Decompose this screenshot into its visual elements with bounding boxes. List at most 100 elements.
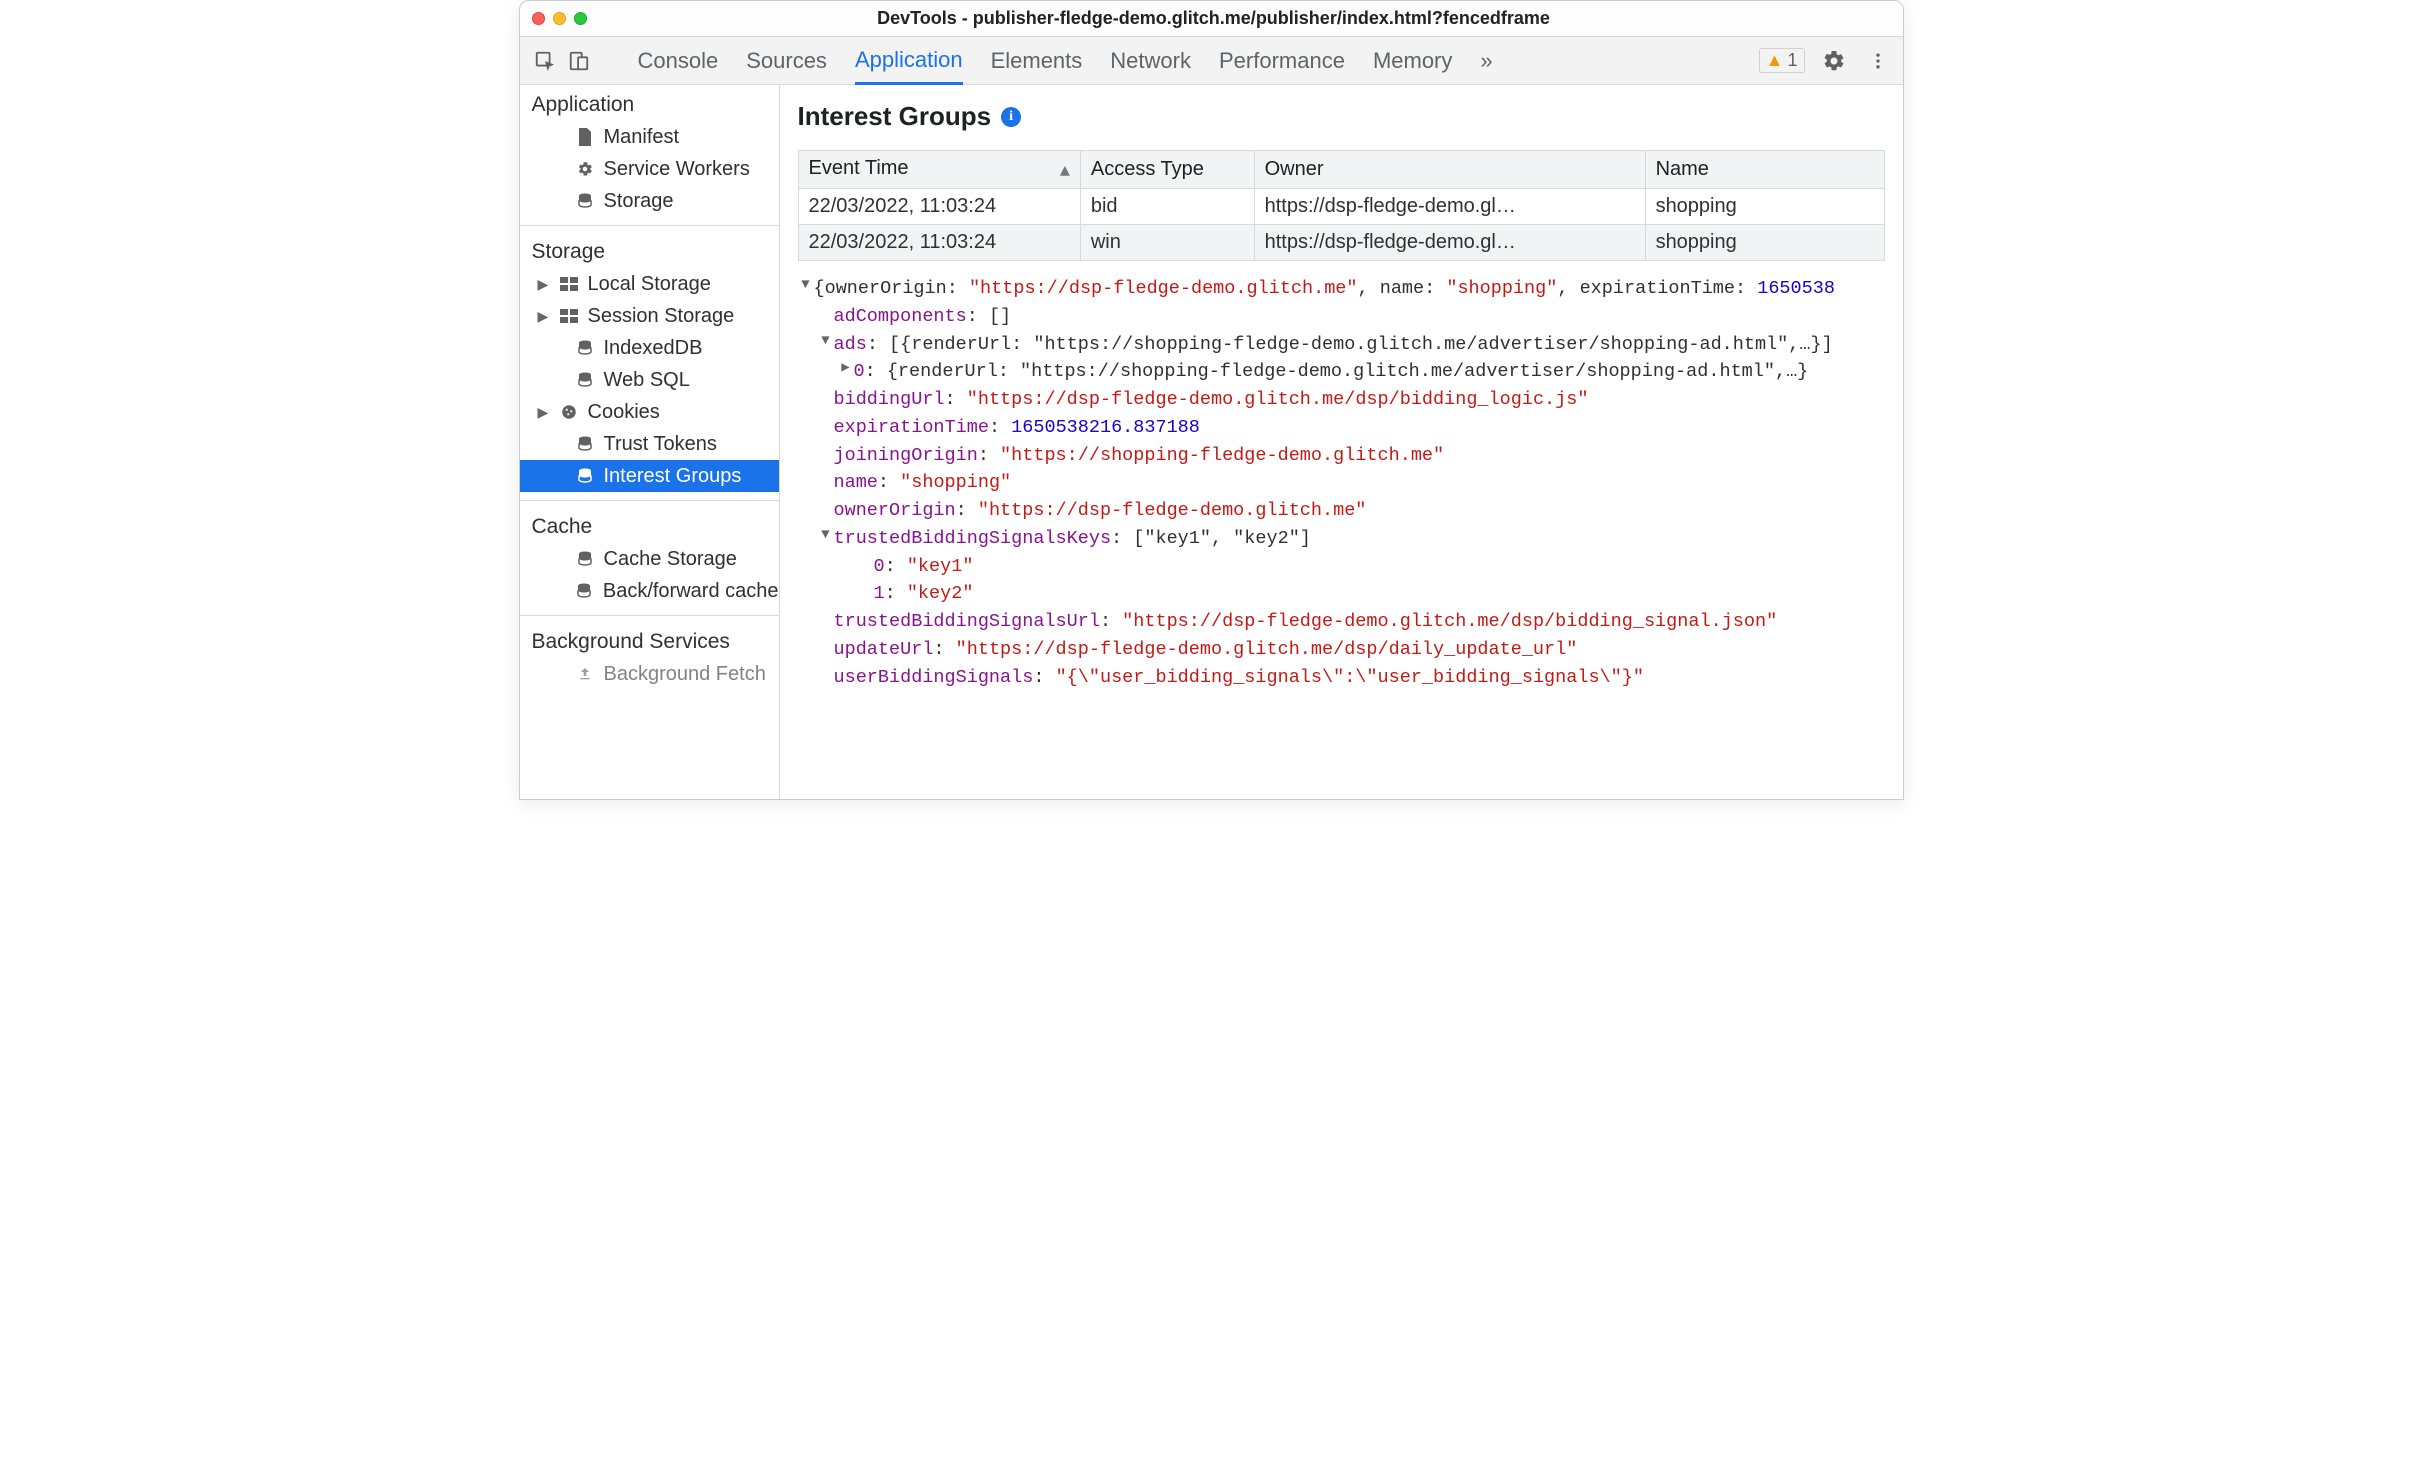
sidebar-item-manifest[interactable]: Manifest bbox=[520, 121, 779, 153]
sidebar-item-label: Cache Storage bbox=[604, 548, 737, 571]
json-index: 1 bbox=[874, 583, 885, 604]
col-access-type[interactable]: Access Type bbox=[1080, 151, 1254, 189]
json-value: "https://dsp-fledge-demo.glitch.me/dsp/b… bbox=[967, 389, 1589, 410]
table-icon bbox=[558, 309, 580, 323]
sidebar-item-label: Cookies bbox=[588, 401, 660, 424]
sidebar-item-label: Back/forward cache bbox=[603, 580, 779, 603]
section-cache: Cache bbox=[520, 507, 779, 543]
database-icon bbox=[574, 371, 596, 389]
json-value: "key2" bbox=[907, 583, 974, 604]
more-icon[interactable] bbox=[1863, 46, 1893, 76]
sidebar-item-label: Web SQL bbox=[604, 369, 690, 392]
sidebar-item-session-storage[interactable]: ▶ Session Storage bbox=[520, 300, 779, 332]
tab-performance[interactable]: Performance bbox=[1219, 37, 1345, 84]
sidebar-item-cookies[interactable]: ▶ Cookies bbox=[520, 396, 779, 428]
table-row[interactable]: 22/03/2022, 11:03:24 win https://dsp-fle… bbox=[798, 225, 1884, 261]
interest-group-detail: ▼ {ownerOrigin: "https://dsp-fledge-demo… bbox=[780, 261, 1903, 799]
sidebar-item-label: Storage bbox=[604, 190, 674, 213]
table-icon bbox=[558, 277, 580, 291]
info-icon[interactable]: i bbox=[1001, 107, 1021, 127]
sidebar-item-local-storage[interactable]: ▶ Local Storage bbox=[520, 268, 779, 300]
inspect-element-icon[interactable] bbox=[530, 46, 560, 76]
warning-icon: ▲ bbox=[1766, 50, 1784, 71]
sidebar-item-label: Session Storage bbox=[588, 305, 735, 328]
sidebar-item-label: Interest Groups bbox=[604, 465, 742, 488]
json-value: "shopping" bbox=[900, 472, 1011, 493]
disclose-toggle[interactable]: ▼ bbox=[798, 275, 814, 296]
json-key: ownerOrigin bbox=[834, 500, 956, 521]
close-window-button[interactable] bbox=[532, 12, 545, 25]
sort-asc-icon: ▴ bbox=[1060, 157, 1070, 182]
json-value: "key1" bbox=[907, 556, 974, 577]
json-index: 0 bbox=[874, 556, 885, 577]
sidebar-item-service-workers[interactable]: Service Workers bbox=[520, 153, 779, 185]
tab-network[interactable]: Network bbox=[1110, 37, 1191, 84]
tab-elements[interactable]: Elements bbox=[991, 37, 1083, 84]
sidebar-item-label: Trust Tokens bbox=[604, 433, 717, 456]
warning-count: 1 bbox=[1787, 50, 1797, 71]
file-icon bbox=[574, 128, 596, 146]
disclose-toggle[interactable]: ▼ bbox=[818, 525, 834, 546]
col-owner[interactable]: Owner bbox=[1254, 151, 1645, 189]
sidebar-item-interest-groups[interactable]: Interest Groups bbox=[520, 460, 779, 492]
cell-access-type: win bbox=[1080, 225, 1254, 261]
device-toolbar-icon[interactable] bbox=[564, 46, 594, 76]
sidebar-item-label: IndexedDB bbox=[604, 337, 703, 360]
chevron-right-icon[interactable]: ▶ bbox=[538, 308, 550, 325]
window-title: DevTools - publisher-fledge-demo.glitch.… bbox=[587, 8, 1841, 29]
json-value: "https://dsp-fledge-demo.glitch.me" bbox=[978, 500, 1367, 521]
sidebar-item-label: Manifest bbox=[604, 126, 680, 149]
json-key: biddingUrl bbox=[834, 389, 945, 410]
panel-tabs: Console Sources Application Elements Net… bbox=[638, 37, 1493, 84]
database-icon bbox=[574, 550, 596, 568]
json-summary: {ownerOrigin: "https://dsp-fledge-demo.g… bbox=[814, 275, 1835, 303]
col-event-time[interactable]: Event Time▴ bbox=[798, 151, 1080, 189]
panel-body: Application Manifest Service Workers Sto… bbox=[520, 85, 1903, 799]
json-value: ["key1", "key2"] bbox=[1133, 528, 1311, 549]
disclose-toggle[interactable]: ▶ bbox=[838, 358, 854, 379]
tab-application[interactable]: Application bbox=[855, 38, 963, 85]
json-key: updateUrl bbox=[834, 639, 934, 660]
database-icon bbox=[574, 467, 596, 485]
json-value: {renderUrl: "https://shopping-fledge-dem… bbox=[887, 361, 1808, 382]
tab-memory[interactable]: Memory bbox=[1373, 37, 1452, 84]
json-value: "{\"user_bidding_signals\":\"user_biddin… bbox=[1056, 667, 1644, 688]
sidebar-item-label: Background Fetch bbox=[604, 663, 766, 686]
section-background-services: Background Services bbox=[520, 622, 779, 658]
chevron-right-icon[interactable]: ▶ bbox=[538, 276, 550, 293]
json-key: adComponents bbox=[834, 306, 967, 327]
col-name[interactable]: Name bbox=[1645, 151, 1884, 189]
json-value: 1650538216.837188 bbox=[1011, 417, 1200, 438]
disclose-toggle[interactable]: ▼ bbox=[818, 331, 834, 352]
sidebar-item-storage-overview[interactable]: Storage bbox=[520, 185, 779, 217]
sidebar-item-cache-storage[interactable]: Cache Storage bbox=[520, 543, 779, 575]
sidebar-item-trust-tokens[interactable]: Trust Tokens bbox=[520, 428, 779, 460]
sidebar-item-indexeddb[interactable]: IndexedDB bbox=[520, 332, 779, 364]
titlebar: DevTools - publisher-fledge-demo.glitch.… bbox=[520, 1, 1903, 37]
devtools-window: DevTools - publisher-fledge-demo.glitch.… bbox=[519, 0, 1904, 800]
tab-sources[interactable]: Sources bbox=[746, 37, 827, 84]
warnings-badge[interactable]: ▲ 1 bbox=[1759, 48, 1805, 73]
json-key: userBiddingSignals bbox=[834, 667, 1034, 688]
minimize-window-button[interactable] bbox=[553, 12, 566, 25]
json-value: "https://dsp-fledge-demo.glitch.me/dsp/b… bbox=[1122, 611, 1777, 632]
sidebar-item-label: Local Storage bbox=[588, 273, 711, 296]
cell-name: shopping bbox=[1645, 189, 1884, 225]
chevron-right-icon[interactable]: ▶ bbox=[538, 404, 550, 421]
tab-console[interactable]: Console bbox=[638, 37, 719, 84]
json-key: ads bbox=[834, 334, 867, 355]
sidebar-item-background-fetch[interactable]: Background Fetch bbox=[520, 658, 779, 690]
json-value: "https://dsp-fledge-demo.glitch.me/dsp/d… bbox=[956, 639, 1578, 660]
panel-heading-row: Interest Groups i bbox=[780, 85, 1903, 142]
cell-owner: https://dsp-fledge-demo.gl… bbox=[1254, 225, 1645, 261]
sidebar-item-websql[interactable]: Web SQL bbox=[520, 364, 779, 396]
traffic-lights bbox=[532, 12, 587, 25]
json-key: expirationTime bbox=[834, 417, 989, 438]
table-row[interactable]: 22/03/2022, 11:03:24 bid https://dsp-fle… bbox=[798, 189, 1884, 225]
cell-name: shopping bbox=[1645, 225, 1884, 261]
tabs-overflow[interactable]: » bbox=[1480, 37, 1492, 84]
zoom-window-button[interactable] bbox=[574, 12, 587, 25]
json-key: name bbox=[834, 472, 878, 493]
sidebar-item-bfcache[interactable]: Back/forward cache bbox=[520, 575, 779, 607]
settings-icon[interactable] bbox=[1819, 46, 1849, 76]
